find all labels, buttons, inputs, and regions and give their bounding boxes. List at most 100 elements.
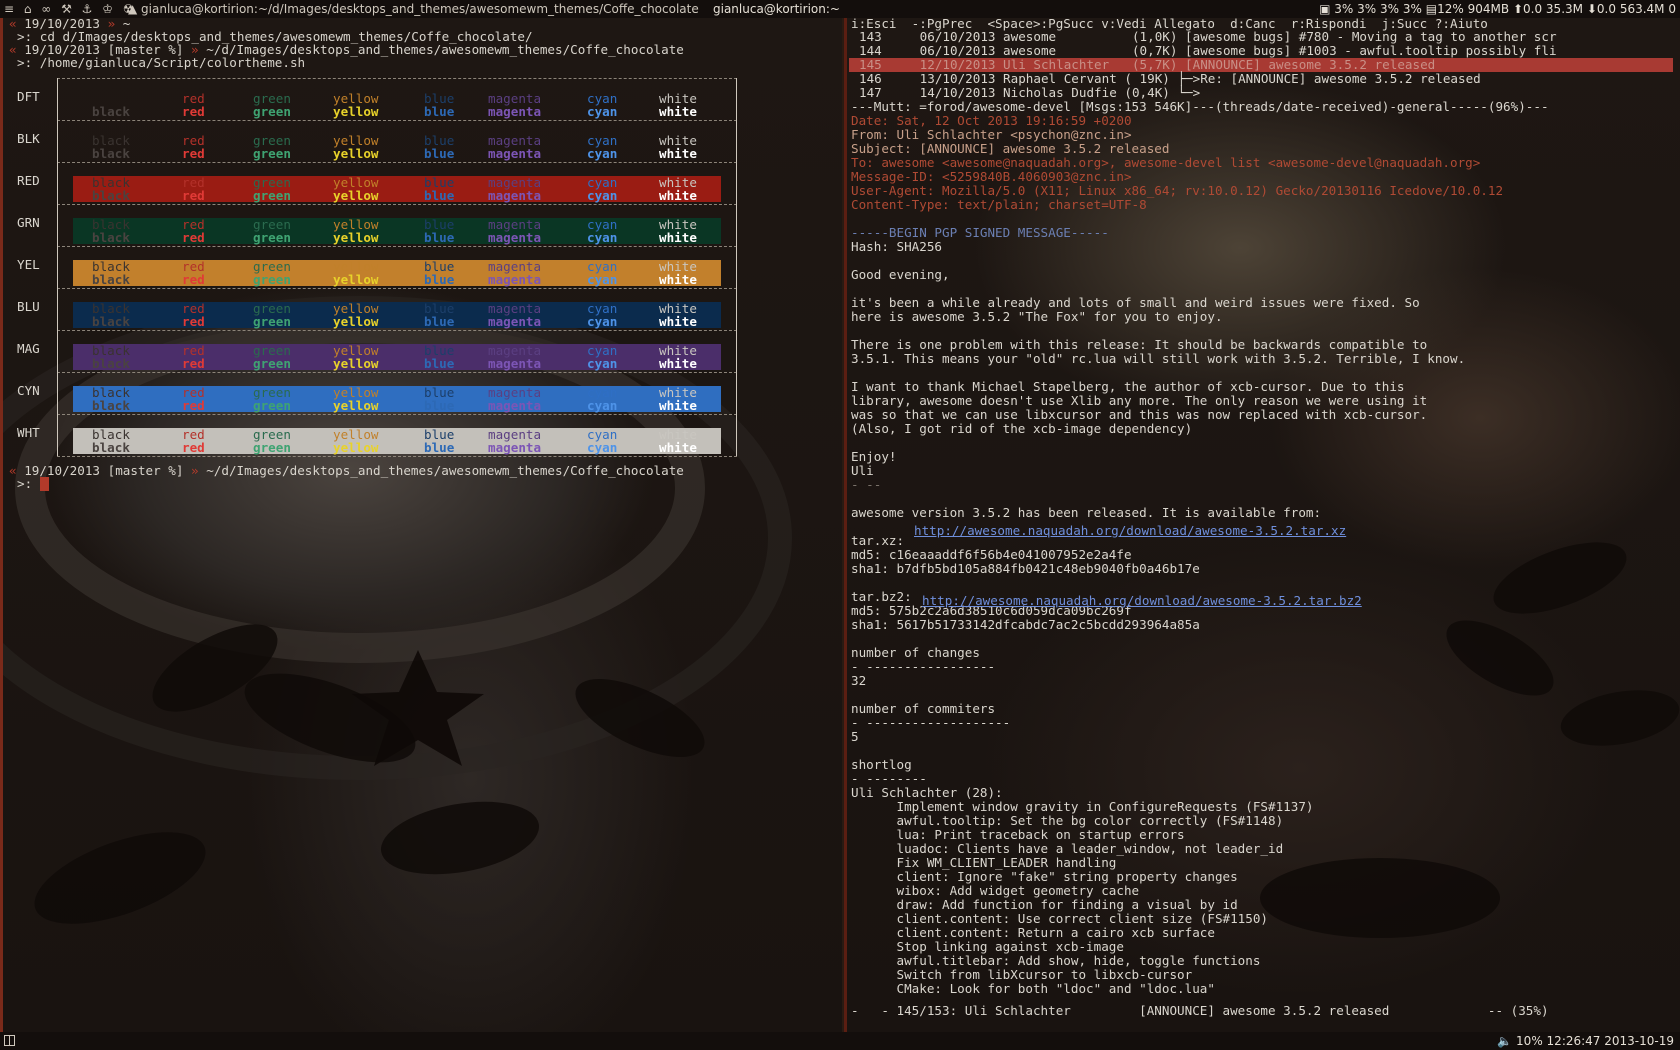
- color-sample-blue: blue: [424, 314, 455, 329]
- volume-icon[interactable]: 🔈: [1497, 1034, 1512, 1048]
- mail-body-line: (Also, I got rid of the xcb-image depend…: [851, 421, 1193, 436]
- color-sample-cyan: cyan: [587, 230, 618, 245]
- cpu-core-2: 3%: [1357, 2, 1377, 16]
- color-sample-cyan: cyan: [587, 104, 618, 119]
- taskbar-window-right[interactable]: gianluca@kortirion:~: [713, 0, 840, 18]
- mail-index-row[interactable]: 143 06/10/2013 awesome (1,0K) [awesome b…: [859, 30, 1557, 44]
- mail-body-line: - -----------------: [851, 659, 996, 674]
- cpu-core-3: 3%: [1380, 2, 1400, 16]
- colortheme-bg-swatch: [73, 218, 721, 244]
- link-tar-bz2[interactable]: http://awesome.naquadah.org/download/awe…: [922, 594, 1362, 608]
- mail-body-line: awful.tooltip: Set the bg color correctl…: [851, 813, 1284, 828]
- mail-header-line: User-Agent: Mozilla/5.0 (X11; Linux x86_…: [851, 183, 1504, 198]
- color-sample-yellow: yellow: [333, 230, 379, 245]
- colortheme-row-label: RED: [17, 173, 40, 188]
- mail-body-line: Fix WM_CLIENT_LEADER handling: [851, 855, 1117, 870]
- command-prompt[interactable]: >:: [17, 477, 49, 491]
- colortheme-row-label: WHT: [17, 425, 40, 440]
- tag-icons[interactable]: ≡ ⌂ ∞ ⚒ ⚓ ♔ ☢: [4, 0, 137, 18]
- color-sample-white: white: [659, 356, 697, 371]
- prompt-branch: [master %]: [107, 463, 184, 478]
- taskbar-window-left-title: gianluca@kortirion:~/d/Images/desktops_a…: [141, 2, 699, 16]
- mail-body-line: awesome version 3.5.2 has been released.…: [851, 505, 1322, 520]
- mail-header-line: Subject: [ANNOUNCE] awesome 3.5.2 releas…: [851, 141, 1170, 156]
- mutt-terminal[interactable]: i:Esci -:PgPrec <Space>:PgSucc v:Vedi Al…: [844, 18, 1680, 1032]
- mail-body-line: Hash: SHA256: [851, 239, 942, 254]
- color-sample-green: green: [253, 398, 291, 413]
- color-sample-cyan: cyan: [587, 398, 618, 413]
- color-sample-red: red: [182, 104, 205, 119]
- color-sample-white: white: [659, 230, 697, 245]
- color-sample-green: green: [253, 272, 291, 287]
- color-sample-blue: blue: [424, 230, 455, 245]
- color-sample-white: white: [659, 188, 697, 203]
- color-sample-yellow: yellow: [333, 104, 379, 119]
- link-tar-xz[interactable]: http://awesome.naquadah.org/download/awe…: [914, 524, 1346, 538]
- download-icon: ⬇: [1586, 2, 1597, 16]
- color-sample-blue: blue: [424, 272, 455, 287]
- top-panel: ≡ ⌂ ∞ ⚒ ⚓ ♔ ☢ ▲ gianluca@kortirion:~/d/I…: [0, 0, 1680, 18]
- mail-body-line: CMake: Look for both "ldoc" and "ldoc.lu…: [851, 981, 1215, 996]
- mutt-pager-status: - - 145/153: Uli Schlachter [ANNOUNCE] a…: [851, 1003, 1549, 1018]
- mail-body-line: library, awesome doesn't use Xlib any mo…: [851, 393, 1428, 408]
- upload-total: 35.3M: [1545, 2, 1583, 16]
- mail-index-row[interactable]: 147 14/10/2013 Nicholas Dudfie (0,4K) └─…: [859, 86, 1200, 100]
- color-sample-magenta: magenta: [488, 356, 542, 371]
- volume-level: 10%: [1516, 1034, 1543, 1048]
- mail-body-line: Uli: [851, 463, 874, 478]
- mail-body-line: 32: [851, 673, 867, 688]
- colortheme-row-label: BLK: [17, 131, 40, 146]
- color-sample-blue: blue: [424, 146, 455, 161]
- mail-body-line: sha1: 5617b51733142dfcabdc7ac2c5bcdd2939…: [851, 617, 1200, 632]
- color-sample-cyan: cyan: [587, 356, 618, 371]
- mail-body-line: There is one problem with this release: …: [851, 337, 1428, 352]
- colortheme-row-label: YEL: [17, 257, 40, 272]
- system-monitor: ▣ 3% 3% 3% 3% ▤12% 904MB ⬆0.0 35.3M ⬇0.0…: [1319, 0, 1676, 18]
- prompt-line-3: « 19/10/2013 [master %] » ~/d/Images/des…: [9, 463, 684, 478]
- clock: 12:26:47 2013-10-19: [1546, 1034, 1674, 1048]
- color-sample-black: black: [92, 356, 130, 371]
- color-sample-blue: blue: [424, 440, 455, 455]
- cpu-core-1: 3%: [1334, 2, 1354, 16]
- color-sample-green: green: [253, 104, 291, 119]
- mail-body-line: number of changes: [851, 645, 980, 660]
- mail-header-line: Content-Type: text/plain; charset=UTF-8: [851, 197, 1147, 212]
- memory-icon: ▤: [1425, 2, 1438, 16]
- color-sample-black: black: [92, 398, 130, 413]
- mail-body-line: sha1: b7dfb5bd105a884fb0421c48eb9040fb0a…: [851, 561, 1200, 576]
- mail-body-line: 3.5.1. This means your "old" rc.lua will…: [851, 351, 1466, 366]
- mail-body-line: Implement window gravity in ConfigureReq…: [851, 799, 1314, 814]
- color-sample-blue: blue: [424, 104, 455, 119]
- mail-body-line: was so that we can use libxcursor and th…: [851, 407, 1428, 422]
- color-sample-yellow: yellow: [333, 146, 379, 161]
- mutt-index-status: ---Mutt: =forod/awesome-devel [Msgs:153 …: [851, 99, 1549, 114]
- color-sample-black: black: [92, 230, 130, 245]
- mail-index-row[interactable]: 144 06/10/2013 awesome (0,7K) [awesome b…: [859, 44, 1557, 58]
- color-sample-cyan: cyan: [587, 314, 618, 329]
- color-sample-black: black: [92, 146, 130, 161]
- mail-index-row[interactable]: 146 13/10/2013 Raphael Cervant ( 19K) ├─…: [859, 72, 1481, 86]
- color-sample-magenta: magenta: [488, 104, 542, 119]
- memory-used: 904MB: [1467, 2, 1510, 16]
- taskbar-window-left[interactable]: ▲ gianluca@kortirion:~/d/Images/desktops…: [128, 0, 699, 18]
- bottom-status: 🔈 10% 12:26:47 2013-10-19: [1497, 1032, 1674, 1050]
- mail-body-line: Enjoy!: [851, 449, 897, 464]
- mail-body-line: draw: Add function for finding a visual …: [851, 897, 1238, 912]
- colortheme-row-label: GRN: [17, 215, 40, 230]
- color-sample-magenta: magenta: [488, 230, 542, 245]
- download-total: 563.4M: [1619, 2, 1665, 16]
- color-sample-black: black: [92, 188, 130, 203]
- mail-body-line: tar.xz:: [851, 533, 912, 548]
- color-sample-black: black: [92, 104, 130, 119]
- mail-header-line: Message-ID: <5259840B.4060903@znc.in>: [851, 169, 1132, 184]
- cpu-icon: ▣: [1319, 2, 1331, 16]
- text-cursor: [39, 477, 49, 491]
- left-terminal[interactable]: « 19/10/2013 » ~ >: cd d/Images/desktops…: [0, 18, 842, 1032]
- mail-header-line: To: awesome <awesome@naquadah.org>, awes…: [851, 155, 1481, 170]
- bottom-panel: 🔈 10% 12:26:47 2013-10-19: [0, 1032, 1680, 1050]
- color-sample-green: green: [253, 356, 291, 371]
- color-sample-black: black: [92, 272, 130, 287]
- layout-icon[interactable]: [4, 1035, 15, 1046]
- mail-body-line: wibox: Add widget geometry cache: [851, 883, 1140, 898]
- mail-index-row[interactable]: 145 12/10/2013 Uli Schlachter (5,7K) [AN…: [849, 58, 1673, 72]
